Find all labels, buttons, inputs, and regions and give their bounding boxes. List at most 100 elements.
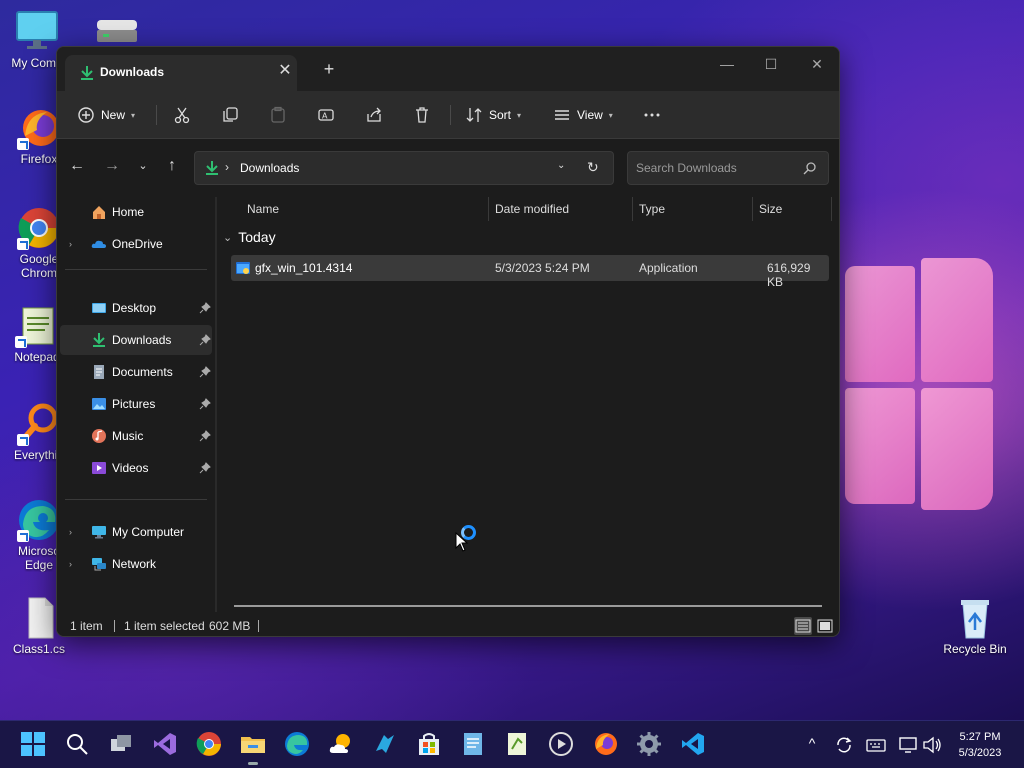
edge-icon[interactable] [284, 731, 310, 757]
sync-icon[interactable] [834, 735, 854, 755]
taskbar-clock[interactable]: 5:27 PM 5/3/2023 [948, 729, 1012, 761]
column-header-date-modified[interactable]: Date modified [495, 197, 569, 221]
notepad-plus-plus-icon[interactable] [504, 731, 530, 757]
pin-icon[interactable] [199, 430, 211, 442]
rename-button[interactable]: A [317, 103, 335, 127]
search-icon[interactable] [803, 161, 817, 175]
visual-studio-icon[interactable] [152, 731, 178, 757]
forward-arrow-icon[interactable]: → [102, 156, 122, 176]
notepad-icon[interactable] [460, 731, 486, 757]
close-window-icon[interactable]: ✕ [806, 53, 828, 75]
column-divider[interactable] [632, 197, 633, 221]
sidebar-item-label: Desktop [112, 301, 157, 315]
firefox-icon[interactable] [592, 731, 618, 757]
table-row[interactable]: gfx_win_101.4314 5/3/2023 5:24 PM Applic… [231, 255, 829, 289]
cut-button[interactable] [173, 103, 191, 127]
column-header-type[interactable]: Type [639, 197, 665, 221]
sidebar-item-music[interactable]: Music [60, 421, 212, 451]
monitor-icon [15, 10, 59, 54]
new-button[interactable]: New ▾ [77, 103, 135, 127]
weather-icon[interactable] [328, 731, 354, 757]
computer-icon [91, 524, 107, 540]
column-header-name[interactable]: Name [247, 197, 279, 221]
sidebar-item-pictures[interactable]: Pictures [60, 389, 212, 419]
file-name[interactable]: gfx_win_101.4314 [255, 261, 352, 275]
cloud-icon [91, 236, 107, 252]
sidebar-item-network[interactable]: › Network [60, 549, 212, 579]
share-button[interactable] [365, 103, 383, 127]
tab-downloads[interactable]: Downloads ✕ [65, 55, 297, 91]
navigation-pane: Home › OneDrive Desktop Downloads Docume… [57, 197, 215, 612]
keyboard-icon[interactable] [866, 735, 886, 755]
column-header-size[interactable]: Size [759, 197, 782, 221]
search-icon[interactable] [64, 731, 90, 757]
group-header-today[interactable]: ⌄ Today [223, 229, 276, 245]
file-list-pane: Name Date modified Type Size ⌄ Today gfx… [217, 197, 837, 612]
column-divider[interactable] [752, 197, 753, 221]
copy-button[interactable] [221, 103, 239, 127]
maximize-icon[interactable]: ☐ [760, 53, 782, 75]
paste-button[interactable] [269, 103, 287, 127]
edge-icon [17, 498, 61, 542]
media-player-icon[interactable] [548, 731, 574, 757]
shortcut-arrow-icon [17, 238, 29, 250]
delete-button[interactable] [413, 103, 431, 127]
file-explorer-taskbar-button[interactable] [240, 731, 266, 765]
refresh-icon[interactable]: ↻ [587, 159, 599, 176]
pin-icon[interactable] [199, 334, 211, 346]
view-button[interactable]: View ▾ [553, 103, 613, 127]
horizontal-scrollbar[interactable] [234, 605, 822, 607]
details-view-icon[interactable] [794, 617, 812, 635]
breadcrumb-chevron-icon[interactable]: › [225, 160, 229, 174]
address-bar[interactable]: › Downloads ⌄ ↻ [194, 151, 614, 185]
sidebar-item-documents[interactable]: Documents [60, 357, 212, 387]
large-icons-view-icon[interactable] [816, 617, 834, 635]
firefox-icon [17, 106, 61, 150]
minimize-icon[interactable]: — [716, 53, 738, 75]
close-tab-icon[interactable]: ✕ [277, 63, 293, 79]
quick-assist-icon[interactable] [372, 731, 398, 757]
chrome-icon[interactable] [196, 731, 222, 757]
sidebar-item-onedrive[interactable]: › OneDrive [60, 229, 212, 259]
pin-icon[interactable] [199, 398, 211, 410]
sidebar-item-downloads[interactable]: Downloads [60, 325, 212, 355]
column-divider[interactable] [488, 197, 489, 221]
search-box[interactable] [627, 151, 829, 185]
recent-locations-chevron-icon[interactable]: ⌄ [133, 156, 153, 176]
display-icon[interactable] [898, 735, 918, 755]
search-tool-icon [17, 402, 61, 446]
expand-chevron-icon[interactable]: › [69, 559, 72, 569]
pin-icon[interactable] [199, 462, 211, 474]
sidebar-item-my-computer[interactable]: › My Computer [60, 517, 212, 547]
sort-button[interactable]: Sort ▾ [465, 103, 521, 127]
start-windows-icon[interactable] [20, 731, 46, 757]
up-arrow-icon[interactable]: ↑ [162, 156, 182, 176]
vscode-icon[interactable] [680, 731, 706, 757]
download-icon [79, 65, 95, 81]
show-hidden-icons-chevron-icon[interactable]: ^ [802, 735, 822, 755]
address-history-chevron-icon[interactable]: ⌄ [557, 160, 565, 171]
pin-icon[interactable] [199, 302, 211, 314]
download-icon [204, 160, 220, 176]
sidebar-item-home[interactable]: Home [60, 197, 212, 227]
volume-icon[interactable] [922, 735, 942, 755]
recycle-bin-icon [953, 596, 997, 640]
sidebar-item-videos[interactable]: Videos [60, 453, 212, 483]
sidebar-item-desktop[interactable]: Desktop [60, 293, 212, 323]
task-view-icon[interactable] [108, 731, 134, 757]
expand-chevron-icon[interactable]: › [69, 527, 72, 537]
pin-icon[interactable] [199, 366, 211, 378]
back-arrow-icon[interactable]: ← [67, 156, 87, 176]
column-divider[interactable] [831, 197, 832, 221]
desktop-icon-recycle-bin[interactable]: Recycle Bin [940, 596, 1010, 656]
new-tab-icon[interactable]: + [321, 60, 337, 78]
microsoft-store-icon[interactable] [416, 731, 442, 757]
notepad-icon [15, 304, 59, 348]
settings-gear-icon[interactable] [636, 731, 662, 757]
more-options-button[interactable] [643, 103, 661, 127]
sidebar-item-label: Videos [112, 461, 149, 475]
search-input[interactable] [636, 160, 796, 176]
file-date-modified: 5/3/2023 5:24 PM [495, 261, 590, 275]
breadcrumb-downloads[interactable]: Downloads [240, 161, 299, 175]
expand-chevron-icon[interactable]: › [69, 239, 72, 249]
